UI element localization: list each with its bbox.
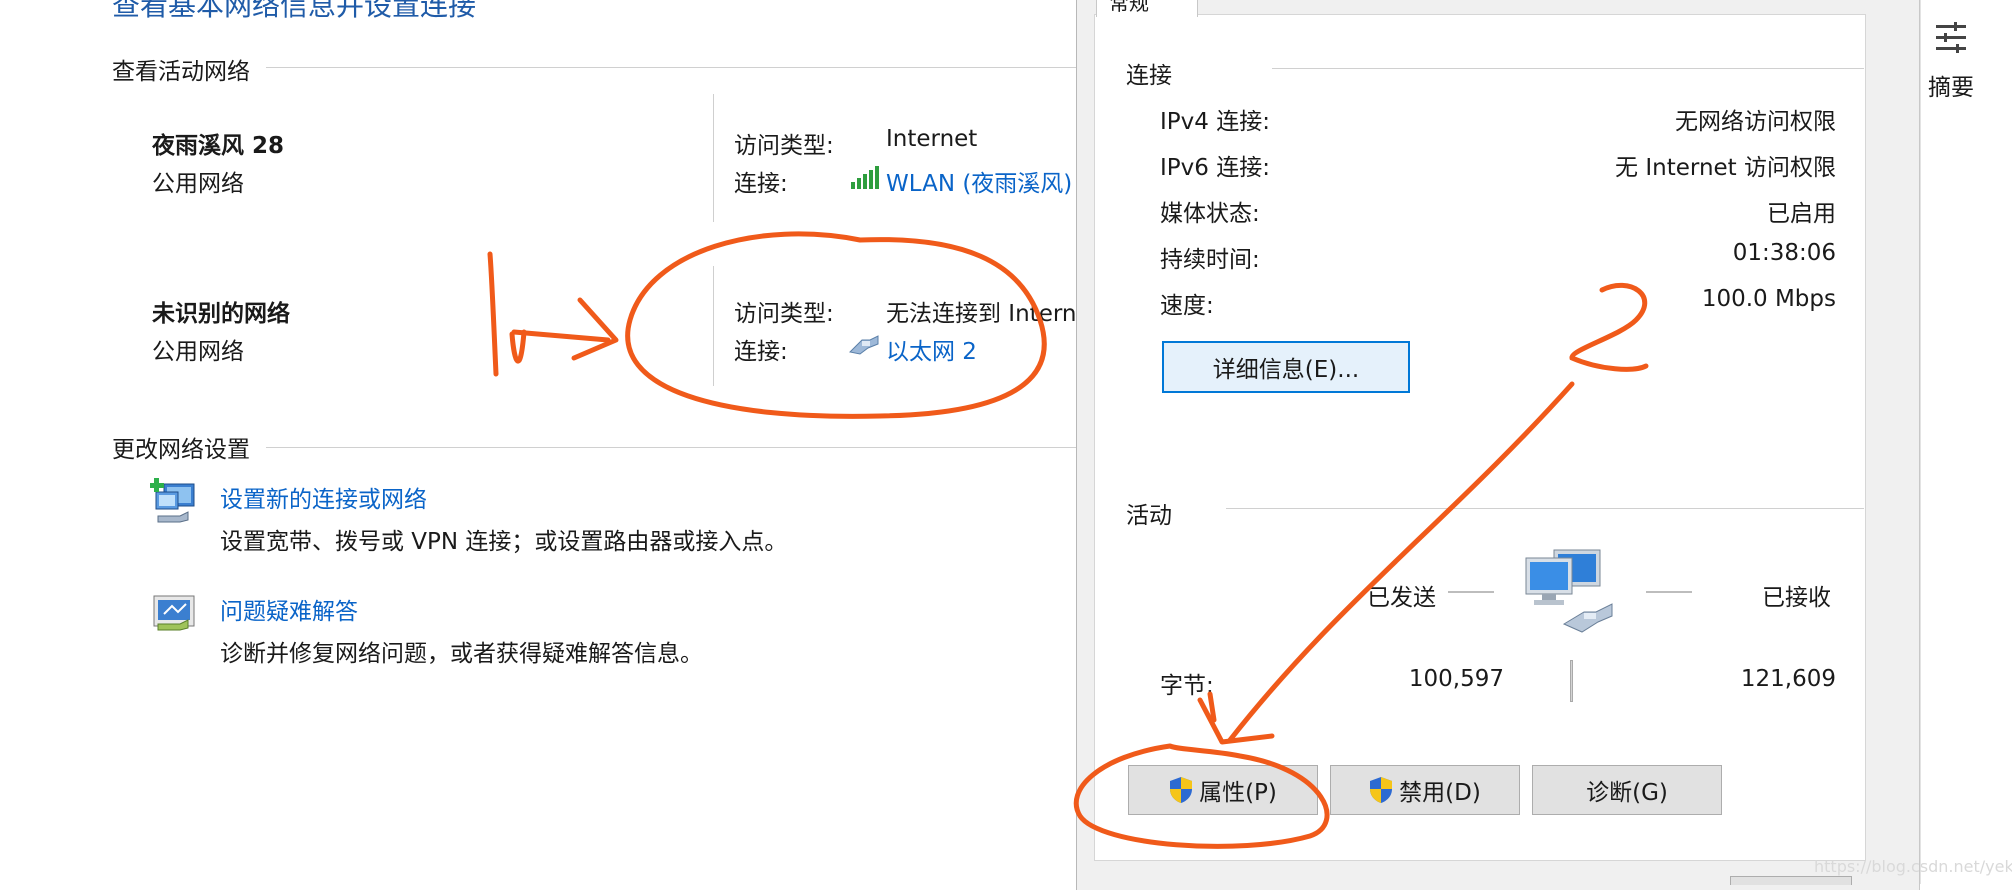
annotation-1-stroke	[487, 251, 499, 377]
ellipse-annotation	[1073, 743, 1330, 849]
arrow-1-shaft	[511, 329, 611, 343]
arrow-2	[1227, 381, 1575, 743]
annotation-layer: 1 2	[487, 231, 1649, 849]
arrow-1	[509, 329, 527, 364]
annotation-2-stroke	[1569, 283, 1649, 372]
arrow-1-head	[571, 297, 619, 361]
ellipse-annotation	[625, 231, 1047, 419]
